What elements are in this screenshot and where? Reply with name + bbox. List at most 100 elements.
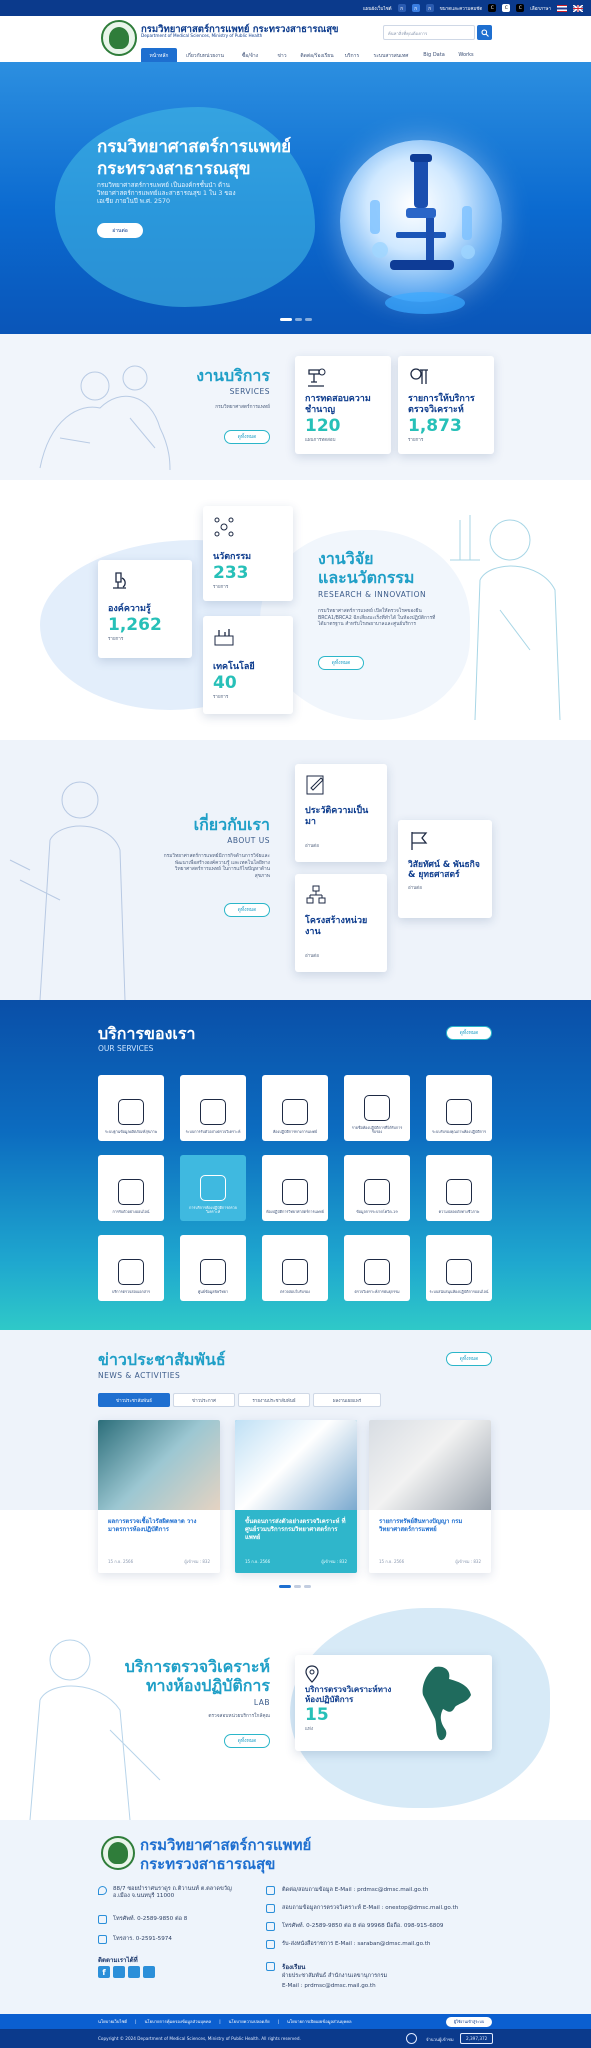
accessibility-icon[interactable] bbox=[406, 2033, 417, 2044]
carousel-dot[interactable] bbox=[279, 1585, 291, 1588]
service-label: ระบบฐานข้อมูลผลิตภัณฑ์สุขภาพ bbox=[104, 1130, 158, 1135]
service-tile[interactable]: ระบบฐานข้อมูลผลิตภัณฑ์สุขภาพ bbox=[98, 1075, 164, 1141]
hero-title-line1: กรมวิทยาศาสตร์การแพทย์ bbox=[97, 137, 292, 157]
lab-view-all-button[interactable]: ดูทั้งหมด bbox=[224, 1734, 270, 1748]
service-tile[interactable]: การรับตัวอย่างออนไลน์ bbox=[98, 1155, 164, 1221]
news-image bbox=[235, 1420, 357, 1510]
line-icon[interactable] bbox=[143, 1966, 155, 1978]
service-label: ตรวจสอบใบรับรอง bbox=[280, 1290, 310, 1295]
login-badge[interactable]: ผู้ใช้งานเข้าสู่ระบบ bbox=[446, 2017, 492, 2027]
tab-publications[interactable]: ผลงานเผยแพร่ bbox=[313, 1393, 381, 1407]
about-view-all-button[interactable]: ดูทั้งหมด bbox=[224, 903, 270, 917]
service-tile[interactable]: ระบบการรับตัวอย่างตรวจวิเคราะห์ bbox=[180, 1075, 246, 1141]
location-icon bbox=[98, 1886, 107, 1895]
our-services-view-all-button[interactable]: ดูทั้งหมด bbox=[446, 1026, 492, 1040]
font-size-plus-button[interactable]: ก bbox=[425, 4, 434, 12]
search-icon[interactable] bbox=[477, 25, 492, 40]
news-views: ผู้เข้าชม : 832 bbox=[321, 1559, 347, 1564]
hero-carousel-dots bbox=[280, 318, 312, 321]
dark-mode-button[interactable]: C bbox=[488, 4, 497, 12]
tab-announcement[interactable]: ข่าวประกาศ bbox=[173, 1393, 235, 1407]
certified-icon bbox=[446, 1099, 472, 1126]
carousel-dot[interactable] bbox=[295, 318, 302, 321]
footer-follow-label: ติดตามเราได้ที่ bbox=[98, 1957, 138, 1964]
sitemap-link[interactable]: แผนผังเว็บไซต์ bbox=[363, 5, 392, 12]
support-icon bbox=[446, 1259, 472, 1286]
history-card[interactable]: ประวัติความเป็นมา อ่านต่อ bbox=[295, 764, 387, 862]
research-subtitle: RESEARCH & INNOVATION bbox=[318, 590, 427, 599]
molecule-icon bbox=[213, 516, 235, 538]
service-tile[interactable]: รายชื่อห้องปฏิบัติการที่ได้รับการรับรอง bbox=[344, 1075, 410, 1141]
carousel-dot[interactable] bbox=[280, 318, 292, 321]
services-view-all-button[interactable]: ดูทั้งหมด bbox=[224, 430, 270, 444]
font-size-minus-button[interactable]: ก bbox=[397, 4, 406, 12]
service-tile[interactable]: การบริการห้องปฏิบัติการตรวจวิเคราะห์ bbox=[180, 1155, 246, 1221]
service-tile[interactable]: บริการตรวจสอบเอกสาร bbox=[98, 1235, 164, 1301]
service-tile[interactable]: ห้องปฏิบัติการทางการแพทย์ bbox=[262, 1075, 328, 1141]
contrast-mode-button[interactable]: C bbox=[516, 4, 525, 12]
carousel-dot[interactable] bbox=[294, 1585, 301, 1588]
hero-title: กรมวิทยาศาสตร์การแพทย์ กระทรวงสาธารณสุข bbox=[97, 136, 291, 180]
knowledge-card[interactable]: องค์ความรู้ 1,262 รายการ bbox=[98, 560, 192, 658]
vision-card[interactable]: วิสัยทัศน์ & พันธกิจ & ยุทธศาสตร์ อ่านต่… bbox=[398, 820, 492, 918]
news-card[interactable]: ผลการตรวจเชื้อไวรัสผิดพลาด วางมาตรการห้อ… bbox=[98, 1420, 220, 1573]
flag-th-icon[interactable] bbox=[557, 4, 567, 12]
card-link[interactable]: อ่านต่อ bbox=[305, 952, 377, 959]
service-tile[interactable]: ระบบสนับสนุนห้องปฏิบัติการออนไลน์ bbox=[426, 1235, 492, 1301]
analysis-list-card[interactable]: รายการให้บริการตรวจวิเคราะห์ 1,873 รายกา… bbox=[398, 356, 494, 454]
card-link[interactable]: อ่านต่อ bbox=[305, 842, 377, 849]
policy-link[interactable]: นโยบายการเปิดเผยข้อมูลส่วนบุคคล bbox=[287, 2018, 352, 2025]
dmsc-logo[interactable] bbox=[101, 20, 137, 56]
twitter-icon[interactable] bbox=[113, 1966, 125, 1978]
service-tile[interactable]: ตรวจวิเคราะห์สารพันธุกรรม bbox=[344, 1235, 410, 1301]
service-tile[interactable]: ระบบรับรองคุณภาพห้องปฏิบัติการ bbox=[426, 1075, 492, 1141]
news-card[interactable]: ขั้นตอนการส่งตัวอย่างตรวจวิเคราะห์ ที่ศู… bbox=[235, 1420, 357, 1573]
card-number: 1,262 bbox=[108, 615, 162, 635]
service-label: ห้องปฏิบัติการทางการแพทย์ bbox=[272, 1130, 318, 1135]
lab-title: บริการตรวจวิเคราะห์ ทางห้องปฏิบัติการ bbox=[100, 1657, 270, 1695]
about-desc: กรมวิทยาศาสตร์การแพทย์มีภารกิจด้านการวิจ… bbox=[163, 854, 270, 879]
scientist-woman-line-art bbox=[9, 781, 126, 1000]
service-tile[interactable]: ห้องปฏิบัติการวิทยาศาสตร์การแพทย์ bbox=[262, 1155, 328, 1221]
carousel-dot[interactable] bbox=[305, 318, 312, 321]
youtube-icon[interactable] bbox=[128, 1966, 140, 1978]
carousel-dot[interactable] bbox=[304, 1585, 311, 1588]
card-link[interactable]: อ่านต่อ bbox=[408, 884, 482, 891]
card-unit: รายการ bbox=[108, 637, 124, 642]
hero-read-more-button[interactable]: อ่านต่อ bbox=[97, 223, 143, 238]
footer-complaint-line1: ฝ่ายประชาสัมพันธ์ สำนักงานเลขานุการกรม bbox=[282, 1973, 388, 1979]
lab-service-card[interactable]: บริการตรวจวิเคราะห์ทางห้องปฏิบัติการ 15 … bbox=[295, 1655, 492, 1751]
tab-pr-report[interactable]: รายงานประชาสัมพันธ์ bbox=[238, 1393, 310, 1407]
technology-card[interactable]: เทคโนโลยี 40 รายการ bbox=[203, 616, 293, 714]
search-input[interactable]: ค้นหาสิ่งที่คุณต้องการ bbox=[383, 25, 475, 40]
proficiency-testing-card[interactable]: การทดสอบความชำนาญ 120 แผนการทดสอบ bbox=[295, 356, 391, 454]
contrast-label: ขนาดและความคมชัด bbox=[439, 6, 483, 12]
hero-description: กรมวิทยาศาสตร์การแพทย์ เป็นองค์กรชั้นนำ … bbox=[97, 182, 236, 205]
flag-en-icon[interactable] bbox=[573, 4, 583, 12]
news-card[interactable]: รายการทรัพย์สินทางปัญญา กรมวิทยาศาสตร์กา… bbox=[369, 1420, 491, 1573]
policy-link[interactable]: นโยบายการคุ้มครองข้อมูลส่วนบุคคล bbox=[145, 2018, 212, 2025]
service-tile[interactable]: ศูนย์ข้อมูลพิษวิทยา bbox=[180, 1235, 246, 1301]
research-section bbox=[0, 480, 591, 740]
font-size-normal-button[interactable]: ก bbox=[411, 4, 420, 12]
lab-subtitle: LAB bbox=[253, 1698, 270, 1707]
card-title: การทดสอบความชำนาญ bbox=[305, 394, 371, 415]
structure-card[interactable]: โครงสร้างหน่วยงาน อ่านต่อ bbox=[295, 874, 387, 972]
policy-links-bar: นโยบายเว็บไซต์ | นโยบายการคุ้มครองข้อมูลส… bbox=[0, 2014, 591, 2029]
service-tile[interactable]: ความปลอดภัยทางชีวภาพ bbox=[426, 1155, 492, 1221]
social-links: f bbox=[98, 1966, 155, 1978]
service-tile[interactable]: ตรวจสอบใบรับรอง bbox=[262, 1235, 328, 1301]
facebook-icon[interactable]: f bbox=[98, 1966, 110, 1978]
policy-link[interactable]: นโยบายความปลอดภัย bbox=[229, 2018, 270, 2025]
scientist-flask-line-art bbox=[450, 515, 561, 721]
microscope-orb-image bbox=[340, 140, 502, 302]
tab-pr-news[interactable]: ข่าวประชาสัมพันธ์ bbox=[98, 1393, 170, 1407]
research-view-all-button[interactable]: ดูทั้งหมด bbox=[318, 656, 364, 670]
news-view-all-button[interactable]: ดูทั้งหมด bbox=[446, 1352, 492, 1366]
light-mode-button[interactable]: C bbox=[502, 4, 511, 12]
policy-link[interactable]: นโยบายเว็บไซต์ bbox=[98, 2018, 127, 2025]
news-carousel-dots bbox=[279, 1585, 311, 1588]
service-tile[interactable]: ข้อมูลการระบาดโควิด-19 bbox=[344, 1155, 410, 1221]
innovation-card[interactable]: นวัตกรรม 233 รายการ bbox=[203, 506, 293, 601]
service-label: ห้องปฏิบัติการวิทยาศาสตร์การแพทย์ bbox=[266, 1210, 324, 1215]
